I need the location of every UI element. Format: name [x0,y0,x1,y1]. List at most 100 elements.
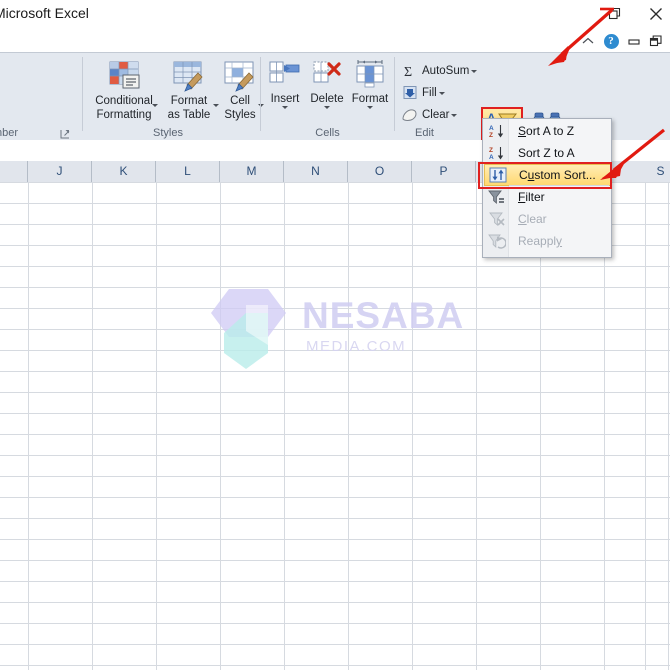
autosum-label: AutoSum [422,65,470,77]
menu-item-label: Sort Z to A [518,146,575,160]
grid-row-line [0,308,670,309]
chevron-up-icon [582,37,594,44]
conditional-formatting-label-1: Conditional [95,95,153,107]
format-as-table-label-1: Format [170,95,208,107]
fill-label: Fill [422,87,437,99]
menu-item-sort-z-to-a[interactable]: Z A Sort Z to A [484,142,611,164]
close-icon [650,8,662,20]
cell-styles-button[interactable]: Cell Styles [220,60,264,121]
grid-column-line [92,182,93,670]
grid-row-line [0,371,670,372]
insert-cells-button[interactable]: Insert [264,59,306,109]
cell-styles-label-2: Styles [224,109,256,121]
grid-column-line [668,182,669,670]
menu-item-reapply: Reapply [484,230,611,252]
menu-item-sort-a-to-z[interactable]: A Z Sort A to Z [484,120,611,142]
ribbon-controls-bar: ? [0,28,670,54]
fill-button[interactable]: Fill [400,83,445,103]
grid-column-line [412,182,413,670]
grid-row-line [0,392,670,393]
chevron-down-icon [367,106,373,109]
grid-row-line [0,413,670,414]
chevron-down-icon [451,113,458,117]
grid-row-line [0,560,670,561]
column-header-m[interactable]: M [220,161,284,182]
sort-descending-icon: ZA [484,142,509,164]
autosum-button[interactable]: Σ AutoSum [400,61,478,81]
column-header-o[interactable]: O [348,161,412,182]
column-header-k[interactable]: K [92,161,156,182]
column-header-p[interactable]: P [412,161,476,182]
grid-column-line [284,182,285,670]
grid-row-line [0,581,670,582]
format-as-table-label-2: as Table [167,109,211,121]
fill-down-icon [400,85,420,101]
insert-cells-label: Insert [270,93,300,105]
help-button[interactable]: ? [600,28,622,54]
close-window-button[interactable] [641,0,670,28]
minimize-window-button[interactable] [624,28,644,54]
sort-ascending-icon: AZ [484,120,509,142]
menu-item-filter[interactable]: Filter [484,186,611,208]
menu-item-clear: Clear [484,208,611,230]
chevron-down-icon [152,104,158,107]
delete-cells-label: Delete [310,93,344,105]
grid-row-line [0,518,670,519]
restore-window-button[interactable] [600,0,630,28]
format-cells-button[interactable]: Format [348,59,392,109]
collapse-ribbon-button[interactable] [578,28,598,54]
grid-row-line [0,644,670,645]
window-title: Microsoft Excel [0,5,89,21]
format-cells-label: Format [351,93,389,105]
grid-column-line [476,182,477,670]
grid-row-line [0,266,670,267]
delete-cells-button[interactable]: Delete [306,59,348,109]
reapply-filter-icon [484,230,509,252]
eraser-icon [400,107,420,123]
chevron-down-icon [471,69,478,73]
grid-column-line [645,182,646,670]
column-header-n[interactable]: N [284,161,348,182]
ribbon-group-number: nber [0,53,80,141]
sigma-icon: Σ [400,63,420,79]
column-header-s[interactable]: S [646,161,670,182]
restore-down-button[interactable] [645,28,667,54]
grid-column-line [220,182,221,670]
grid-column-line [28,182,29,670]
ribbon-group-cells-label: Cells [315,127,340,139]
format-as-table-button[interactable]: Format as Table [162,60,219,121]
grid-row-line [0,539,670,540]
column-header-l[interactable]: L [156,161,220,182]
grid-row-line [0,623,670,624]
svg-text:A: A [489,154,494,161]
conditional-formatting-button[interactable]: Conditional Formatting [88,60,160,121]
menu-item-label: Sort A to Z [518,124,575,138]
insert-cells-icon [269,61,300,83]
restore-icon [608,7,621,20]
column-header-j[interactable]: J [28,161,92,182]
custom-sort-highlight [478,162,612,189]
grid-row-line [0,602,670,603]
number-dialog-launcher[interactable] [60,127,71,139]
chevron-down-icon [324,106,330,109]
clear-label: Clear [422,109,450,121]
minimize-icon [628,39,640,45]
delete-cells-icon [313,61,341,83]
column-header-i[interactable]: I [0,161,28,182]
cell-styles-label-1: Cell [230,95,250,107]
ribbon-group-styles-label: Styles [153,127,183,139]
title-bar: Microsoft Excel [0,0,670,30]
grid-row-line [0,287,670,288]
grid-column-line [348,182,349,670]
grid-row-line [0,329,670,330]
chevron-down-icon [213,104,219,107]
grid-row-line [0,350,670,351]
grid-row-line [0,497,670,498]
format-as-table-icon [173,61,203,92]
help-icon: ? [603,33,619,49]
filter-icon [484,186,509,208]
grid-row-line [0,476,670,477]
clear-button[interactable]: Clear [400,105,458,125]
chevron-down-icon [282,106,288,109]
conditional-formatting-label-2: Formatting [96,109,152,121]
